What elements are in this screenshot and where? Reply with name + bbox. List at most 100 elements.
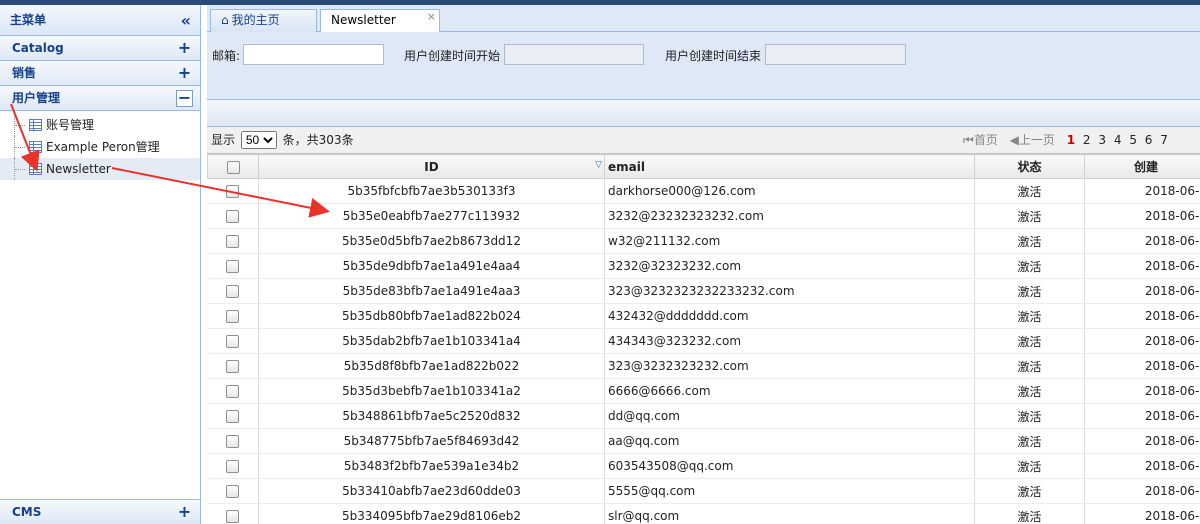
- email-cell: slr@qq.com: [604, 503, 975, 524]
- row-checkbox[interactable]: [226, 510, 240, 523]
- row-select-cell: [207, 378, 259, 404]
- tree-item-newsletter[interactable]: Newsletter: [0, 158, 200, 180]
- start-time-input[interactable]: [504, 44, 644, 65]
- close-icon[interactable]: ×: [427, 6, 436, 27]
- table-row[interactable]: 5b3483f2bfb7ae539a1e34b2 603543508@qq.com…: [207, 453, 1200, 479]
- email-column-header[interactable]: email: [604, 154, 975, 179]
- page-4-link[interactable]: 4: [1114, 133, 1122, 147]
- status-cell: 激活: [974, 253, 1085, 279]
- table-icon: [29, 119, 42, 131]
- table-row[interactable]: 5b35e0eabfb7ae277c113932 3232@23232323232…: [207, 203, 1200, 229]
- row-checkbox[interactable]: [226, 335, 240, 348]
- sidebar-section-catalog[interactable]: Catalog +: [0, 36, 200, 61]
- row-select-cell: [207, 303, 259, 329]
- expand-icon[interactable]: +: [176, 65, 193, 82]
- row-checkbox[interactable]: [226, 310, 240, 323]
- collapse-section-icon[interactable]: −: [176, 90, 193, 107]
- status-cell: 激活: [974, 328, 1085, 354]
- row-checkbox[interactable]: [226, 260, 240, 273]
- sidebar-section-label: 用户管理: [12, 91, 61, 105]
- row-checkbox[interactable]: [226, 285, 240, 298]
- expand-icon[interactable]: +: [176, 504, 193, 521]
- grid-header-row: ID ▽ email 状态 创建: [207, 154, 1200, 179]
- created-cell: 2018-06-2: [1084, 303, 1200, 329]
- row-checkbox[interactable]: [226, 385, 240, 398]
- table-row[interactable]: 5b35de83bfb7ae1a491e4aa3 323@323232323223…: [207, 278, 1200, 304]
- row-select-cell: [207, 353, 259, 379]
- page-6-link[interactable]: 6: [1145, 133, 1153, 147]
- tab-home[interactable]: ⌂ 我的主页: [210, 9, 317, 32]
- expand-icon[interactable]: +: [176, 40, 193, 57]
- status-cell: 激活: [974, 303, 1085, 329]
- table-row[interactable]: 5b35fbfcbfb7ae3b530133f3 darkhorse000@126…: [207, 178, 1200, 204]
- created-cell: 2018-06-2: [1084, 403, 1200, 429]
- email-input[interactable]: [243, 44, 384, 65]
- id-column-header[interactable]: ID ▽: [258, 154, 605, 179]
- status-cell: 激活: [974, 203, 1085, 229]
- main-panel: ⌂ 我的主页 Newsletter × 邮箱: 用户创建时间开始 用户创建时间结束…: [207, 5, 1200, 524]
- page-size-label: 显示: [211, 133, 236, 147]
- row-checkbox[interactable]: [226, 235, 240, 248]
- end-time-input[interactable]: [765, 44, 906, 65]
- tree-item-example-peron[interactable]: Example Peron管理: [0, 136, 200, 158]
- sort-down-icon[interactable]: ▽: [595, 160, 602, 170]
- table-row[interactable]: 5b33410abfb7ae23d60dde03 5555@qq.com 激活 201…: [207, 478, 1200, 504]
- id-cell: 5b348861bfb7ae5c2520d832: [258, 403, 605, 429]
- sidebar: 主菜单 « Catalog + 销售 + 用户管理 − 账号管理 Example…: [0, 5, 201, 524]
- table-row[interactable]: 5b35de9dbfb7ae1a491e4aa4 3232@32323232.co…: [207, 253, 1200, 279]
- created-cell: 2018-06-2: [1084, 328, 1200, 354]
- created-column-header[interactable]: 创建: [1084, 154, 1200, 179]
- sidebar-section-user-management[interactable]: 用户管理 −: [0, 86, 200, 111]
- table-row[interactable]: 5b35d3bebfb7ae1b103341a2 6666@6666.com 激活 2…: [207, 378, 1200, 404]
- tree-item-account-management[interactable]: 账号管理: [0, 114, 200, 136]
- row-checkbox[interactable]: [226, 185, 240, 198]
- first-page-link[interactable]: ⏮首页: [963, 133, 1002, 147]
- page-2-link[interactable]: 2: [1083, 133, 1091, 147]
- row-checkbox[interactable]: [226, 210, 240, 223]
- page-3-link[interactable]: 3: [1098, 133, 1106, 147]
- created-cell: 2018-06-2: [1084, 278, 1200, 304]
- row-checkbox[interactable]: [226, 435, 240, 448]
- id-cell: 5b35d8f8bfb7ae1ad822b022: [258, 353, 605, 379]
- row-checkbox[interactable]: [226, 410, 240, 423]
- status-cell: 激活: [974, 503, 1085, 524]
- sidebar-section-label: 销售: [12, 66, 37, 80]
- table-row[interactable]: 5b35db80bfb7ae1ad822b024 432432@ddddddd.c…: [207, 303, 1200, 329]
- tab-label: 我的主页: [231, 13, 280, 27]
- status-column-header[interactable]: 状态: [974, 154, 1085, 179]
- id-cell: 5b33410abfb7ae23d60dde03: [258, 478, 605, 504]
- page-size-select[interactable]: 50: [240, 131, 277, 149]
- table-row[interactable]: 5b35dab2bfb7ae1b103341a4 434343@323232.co…: [207, 328, 1200, 354]
- row-checkbox[interactable]: [226, 360, 240, 373]
- created-cell: 2018-06-2: [1084, 428, 1200, 454]
- email-cell: 323@3232323232233232.com: [604, 278, 975, 304]
- id-cell: 5b3483f2bfb7ae539a1e34b2: [258, 453, 605, 479]
- id-cell: 5b35dab2bfb7ae1b103341a4: [258, 328, 605, 354]
- page-7-link[interactable]: 7: [1160, 133, 1168, 147]
- collapse-icon[interactable]: «: [181, 5, 191, 36]
- created-cell: 2018-06-2: [1084, 478, 1200, 504]
- page-5-link[interactable]: 5: [1129, 133, 1137, 147]
- row-checkbox[interactable]: [226, 485, 240, 498]
- created-cell: 2018-06-2: [1084, 378, 1200, 404]
- table-row[interactable]: 5b35e0d5bfb7ae2b8673dd12 w32@211132.com 激活…: [207, 228, 1200, 254]
- table-row[interactable]: 5b334095bfb7ae29d8106eb2 slr@qq.com 激活 2018…: [207, 503, 1200, 524]
- page-nav: ⏮首页 ◀上一页 1 2 3 4 5 6 7: [963, 127, 1172, 154]
- email-cell: 5555@qq.com: [604, 478, 975, 504]
- email-label: 邮箱:: [212, 49, 241, 63]
- table-row[interactable]: 5b348775bfb7ae5f84693d42 aa@qq.com 激活 2018-…: [207, 428, 1200, 454]
- tree-connector: [14, 136, 25, 158]
- email-cell: 603543508@qq.com: [604, 453, 975, 479]
- status-cell: 激活: [974, 278, 1085, 304]
- tab-newsletter[interactable]: Newsletter ×: [320, 9, 440, 33]
- sidebar-section-sales[interactable]: 销售 +: [0, 61, 200, 86]
- table-row[interactable]: 5b348861bfb7ae5c2520d832 dd@qq.com 激活 2018-…: [207, 403, 1200, 429]
- page-1-link[interactable]: 1: [1067, 133, 1075, 147]
- row-checkbox[interactable]: [226, 460, 240, 473]
- status-cell: 激活: [974, 478, 1085, 504]
- prev-page-link[interactable]: ◀上一页: [1010, 133, 1059, 147]
- select-all-header[interactable]: [207, 154, 259, 179]
- select-all-checkbox[interactable]: [226, 160, 240, 174]
- table-row[interactable]: 5b35d8f8bfb7ae1ad822b022 323@3232323232.c…: [207, 353, 1200, 379]
- sidebar-section-cms[interactable]: CMS +: [0, 499, 200, 524]
